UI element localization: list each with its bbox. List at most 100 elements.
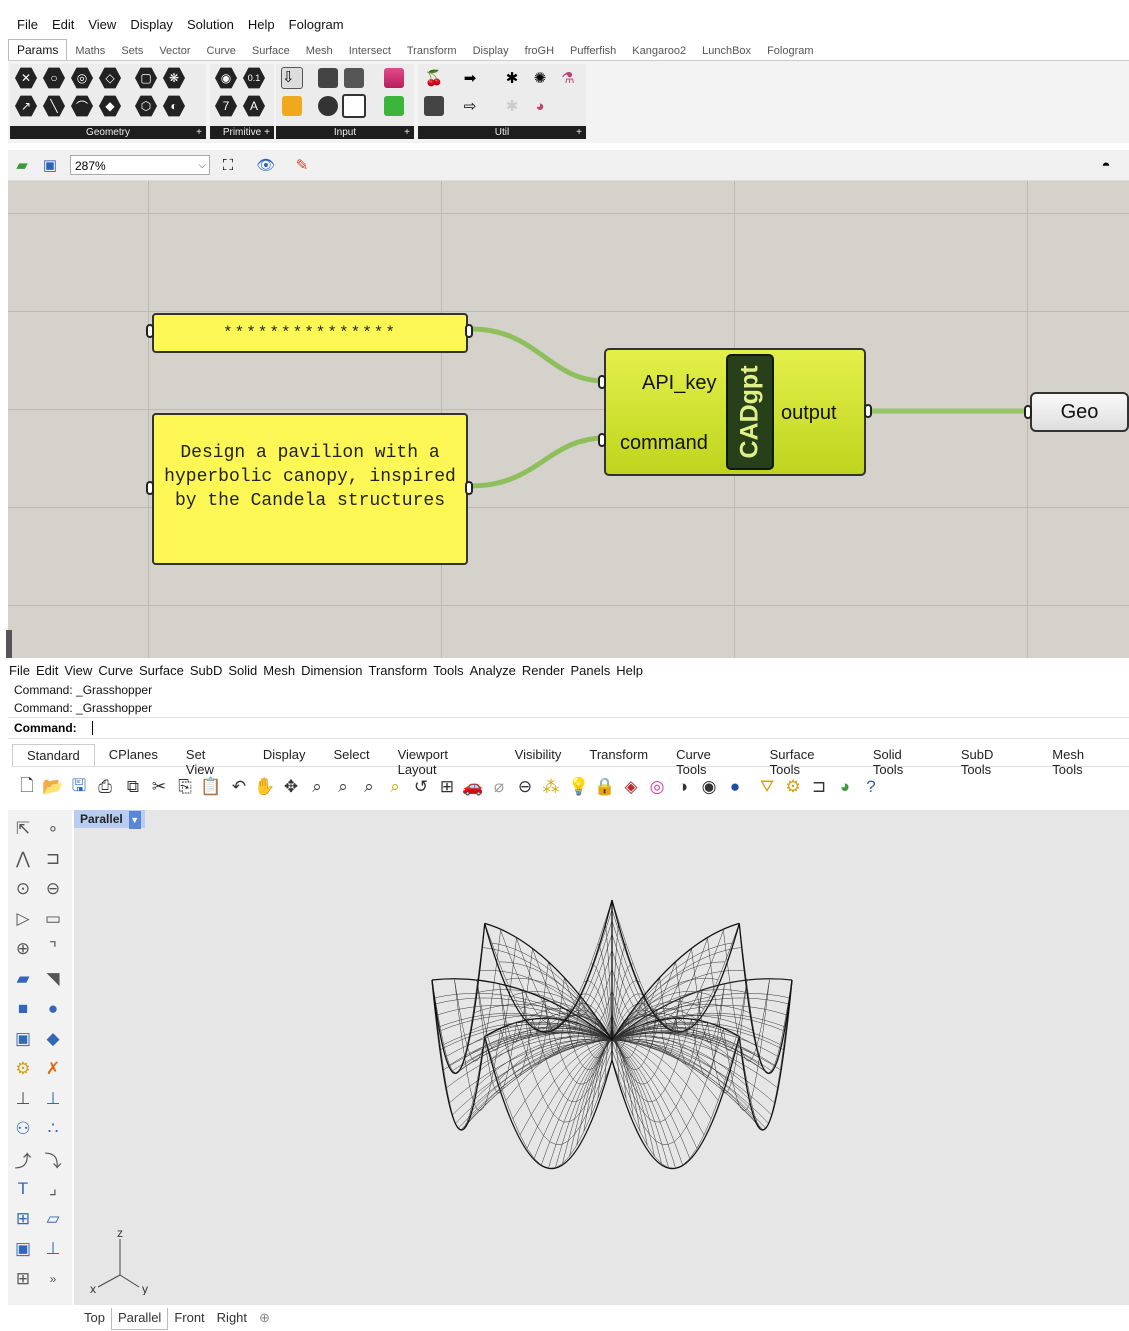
tab-curve[interactable]: Curve bbox=[199, 42, 244, 60]
sketch-pen-icon[interactable]: ✎ bbox=[290, 153, 314, 177]
viewport-tab-front[interactable]: Front bbox=[168, 1308, 210, 1330]
tab-surface-tools[interactable]: Surface Tools bbox=[756, 744, 859, 777]
cylinder-icon[interactable]: ▣ bbox=[10, 1026, 36, 1052]
arc-icon[interactable]: ⊕ bbox=[10, 936, 36, 962]
point-param-icon[interactable]: ✕ bbox=[14, 66, 38, 90]
integer-param-icon[interactable]: 7 bbox=[214, 94, 238, 118]
geometry-param-icon[interactable]: ◐ bbox=[162, 94, 186, 118]
filter-icon[interactable]: ⛛ bbox=[756, 776, 778, 798]
tab-transform[interactable]: Transform bbox=[575, 744, 662, 766]
save-file-icon[interactable]: ▣ bbox=[38, 153, 62, 177]
expand-icon[interactable]: + bbox=[404, 126, 410, 139]
vector-param-icon[interactable]: ↗ bbox=[14, 94, 38, 118]
tab-viewport-layout[interactable]: Viewport Layout bbox=[384, 744, 501, 777]
zoom-extents-icon[interactable]: ⌕ bbox=[358, 776, 380, 798]
chevron-down-icon[interactable]: ⌵ bbox=[198, 156, 206, 176]
slider-icon[interactable]: ⇩ bbox=[280, 66, 304, 90]
rh-menu-file[interactable]: File bbox=[6, 663, 33, 678]
grid-panels-icon[interactable]: ⊞ bbox=[10, 1266, 36, 1292]
tab-mesh-tools[interactable]: Mesh Tools bbox=[1038, 744, 1129, 777]
tab-fologram[interactable]: Fologram bbox=[759, 42, 821, 60]
colour-swatch-icon[interactable] bbox=[382, 94, 406, 118]
grasshopper-icon[interactable]: ◕ bbox=[834, 776, 856, 798]
copy-icon[interactable]: ⎘ bbox=[174, 776, 196, 798]
rh-menu-tools[interactable]: Tools bbox=[430, 663, 466, 678]
gh-menu-file[interactable]: File bbox=[10, 17, 45, 32]
rh-menu-view[interactable]: View bbox=[61, 663, 95, 678]
tab-lunchbox[interactable]: LunchBox bbox=[694, 42, 759, 60]
panel-command[interactable]: Design a pavilion with a hyperbolic cano… bbox=[152, 413, 468, 565]
display-mode-icon[interactable]: ◓ bbox=[1094, 153, 1118, 177]
input-grip[interactable] bbox=[146, 481, 154, 495]
layout-icon[interactable]: ▱ bbox=[40, 1206, 66, 1232]
polygon-icon[interactable]: ▷ bbox=[10, 906, 36, 932]
add-viewport-icon[interactable]: ⊕ bbox=[253, 1308, 276, 1330]
rh-menu-help[interactable]: Help bbox=[613, 663, 646, 678]
rh-menu-curve[interactable]: Curve bbox=[95, 663, 136, 678]
box-param-icon[interactable]: ⬡ bbox=[134, 94, 158, 118]
sphere-icon[interactable]: ● bbox=[40, 996, 66, 1022]
paste-icon[interactable]: 📋 bbox=[200, 776, 222, 798]
viewport-tab-right[interactable]: Right bbox=[211, 1308, 253, 1330]
brep-param-icon[interactable]: ▢ bbox=[134, 66, 158, 90]
graph-mapper-icon[interactable] bbox=[342, 66, 366, 90]
gh-menu-display[interactable]: Display bbox=[123, 17, 180, 32]
expand-icon[interactable]: + bbox=[196, 126, 202, 139]
output-grip[interactable] bbox=[465, 324, 473, 338]
explode-icon[interactable]: ∴ bbox=[40, 1116, 66, 1142]
tab-subd-tools[interactable]: SubD Tools bbox=[947, 744, 1038, 777]
lock-icon[interactable]: 🔒 bbox=[594, 776, 616, 798]
parallel-viewport[interactable]: Parallel ▼ z x y bbox=[74, 810, 1129, 1305]
color-wheel-icon[interactable]: ◎ bbox=[646, 776, 668, 798]
canvas-scroll-handle[interactable] bbox=[6, 630, 12, 658]
shaded-sphere-icon[interactable]: ◉ bbox=[698, 776, 720, 798]
text-param-icon[interactable]: A bbox=[242, 94, 266, 118]
car-named-view-icon[interactable]: 🚗 bbox=[462, 776, 484, 798]
tab-pufferfish[interactable]: Pufferfish bbox=[562, 42, 624, 60]
cadgpt-component[interactable]: API_key command CADgpt output bbox=[604, 348, 866, 476]
tab-mesh[interactable]: Mesh bbox=[298, 42, 341, 60]
open-folder-icon[interactable]: 📂 bbox=[42, 776, 64, 798]
curvature-icon[interactable]: ⊥ bbox=[40, 1236, 66, 1262]
point-icon[interactable]: ∘ bbox=[40, 816, 66, 842]
tab-select[interactable]: Select bbox=[319, 744, 383, 766]
light-bulb-icon[interactable]: 💡 bbox=[568, 776, 590, 798]
rh-menu-panels[interactable]: Panels bbox=[567, 663, 613, 678]
trim-icon[interactable]: ⊥ bbox=[10, 1086, 36, 1112]
tab-kangaroo2[interactable]: Kangaroo2 bbox=[624, 42, 694, 60]
rectangle-icon[interactable]: ▭ bbox=[40, 906, 66, 932]
wireframe-sphere-icon[interactable]: ◑ bbox=[672, 776, 694, 798]
input-api-key-label[interactable]: API_key bbox=[642, 372, 716, 395]
rh-menu-dimension[interactable]: Dimension bbox=[298, 663, 365, 678]
data-output-arrow-icon[interactable]: ⇨ bbox=[458, 94, 482, 118]
zoom-select[interactable]: 287% ⌵ bbox=[70, 155, 210, 175]
ellipse-icon[interactable]: ⊖ bbox=[40, 876, 66, 902]
camera-icon[interactable]: ⌀ bbox=[488, 776, 510, 798]
zoom-icon[interactable]: ⌕ bbox=[306, 776, 328, 798]
block-icon[interactable]: ⊞ bbox=[10, 1206, 36, 1232]
flask-icon[interactable]: ⚗ bbox=[556, 66, 580, 90]
rendered-sphere-icon[interactable]: ● bbox=[724, 776, 746, 798]
tab-set-view[interactable]: Set View bbox=[172, 744, 249, 777]
cut-icon[interactable]: ✂ bbox=[148, 776, 170, 798]
geo-input-grip[interactable] bbox=[1024, 405, 1032, 419]
preview-eye-icon[interactable]: 👁 bbox=[254, 153, 278, 177]
tab-params[interactable]: Params bbox=[8, 39, 68, 60]
rh-menu-subd[interactable]: SubD bbox=[187, 663, 226, 678]
rh-menu-transform[interactable]: Transform bbox=[365, 663, 430, 678]
md-slider-icon[interactable] bbox=[280, 94, 304, 118]
pan-hand-icon[interactable]: ✋ bbox=[254, 776, 276, 798]
tab-display[interactable]: Display bbox=[249, 744, 320, 766]
line-param-icon[interactable]: ╲ bbox=[42, 94, 66, 118]
rh-menu-solid[interactable]: Solid bbox=[225, 663, 260, 678]
circle-param-icon[interactable]: ○ bbox=[42, 66, 66, 90]
rh-menu-analyze[interactable]: Analyze bbox=[467, 663, 519, 678]
fillet-icon[interactable]: ⌝ bbox=[40, 936, 66, 962]
fitness-icon[interactable]: ✱ bbox=[500, 66, 524, 90]
input-command-label[interactable]: command bbox=[620, 432, 708, 455]
expand-icon[interactable]: + bbox=[264, 126, 270, 139]
tab-curve-tools[interactable]: Curve Tools bbox=[662, 744, 756, 777]
cherry-picker-icon[interactable]: 🍒 bbox=[422, 66, 446, 90]
rh-menu-render[interactable]: Render bbox=[519, 663, 568, 678]
rh-menu-surface[interactable]: Surface bbox=[136, 663, 187, 678]
